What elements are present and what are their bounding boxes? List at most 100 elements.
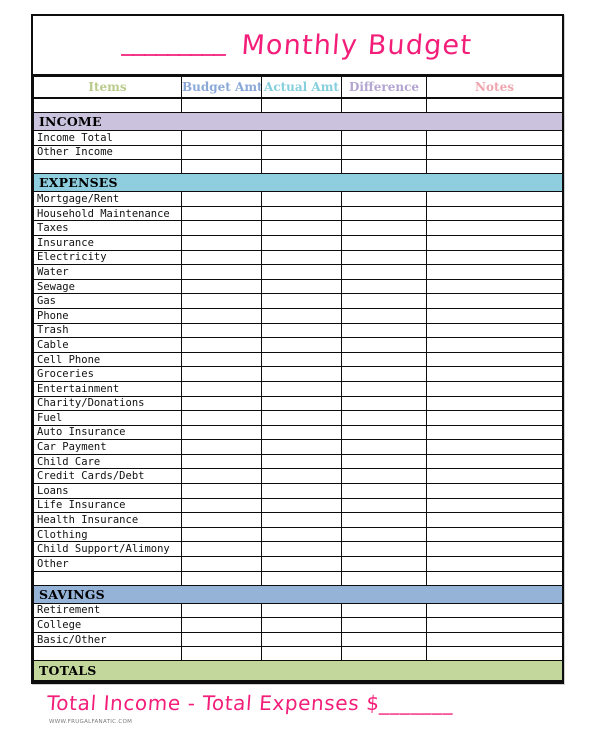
cell-notes[interactable] xyxy=(426,453,563,470)
cell-actual[interactable] xyxy=(261,205,342,222)
cell-budget[interactable] xyxy=(181,556,262,572)
cell-budget[interactable] xyxy=(181,453,262,470)
cell-notes[interactable] xyxy=(426,264,563,280)
cell-notes[interactable] xyxy=(426,602,563,619)
cell-difference[interactable] xyxy=(341,526,427,543)
cell-difference[interactable] xyxy=(341,191,427,207)
cell-difference[interactable] xyxy=(341,541,427,558)
cell-actual[interactable] xyxy=(261,617,342,633)
cell-budget[interactable] xyxy=(181,97,262,113)
cell-difference[interactable] xyxy=(341,453,427,470)
cell-budget[interactable] xyxy=(181,526,262,543)
cell-budget[interactable] xyxy=(181,264,262,280)
cell-budget[interactable] xyxy=(181,293,262,309)
cell-notes[interactable] xyxy=(426,205,563,222)
cell-actual[interactable] xyxy=(261,541,342,558)
cell-actual[interactable] xyxy=(261,264,342,280)
cell-items[interactable] xyxy=(33,570,182,586)
cell-budget[interactable] xyxy=(181,337,262,353)
cell-budget[interactable] xyxy=(181,646,262,662)
cell-actual[interactable] xyxy=(261,293,342,309)
cell-notes[interactable] xyxy=(426,439,563,455)
cell-difference[interactable] xyxy=(341,468,427,485)
cell-difference[interactable] xyxy=(341,144,427,161)
cell-notes[interactable] xyxy=(426,307,563,324)
cell-budget[interactable] xyxy=(181,410,262,426)
cell-budget[interactable] xyxy=(181,234,262,251)
cell-notes[interactable] xyxy=(426,380,563,397)
cell-actual[interactable] xyxy=(261,631,342,648)
total-summary-text[interactable]: Total Income - Total Expenses $_______ xyxy=(46,691,455,715)
cell-difference[interactable] xyxy=(341,395,427,412)
cell-budget[interactable] xyxy=(181,159,262,175)
cell-notes[interactable] xyxy=(426,395,563,412)
cell-actual[interactable] xyxy=(261,526,342,543)
cell-budget[interactable] xyxy=(181,602,262,619)
cell-notes[interactable] xyxy=(426,337,563,353)
cell-notes[interactable] xyxy=(426,410,563,426)
cell-difference[interactable] xyxy=(341,97,427,113)
cell-actual[interactable] xyxy=(261,130,342,146)
cell-notes[interactable] xyxy=(426,293,563,309)
cell-actual[interactable] xyxy=(261,602,342,619)
cell-notes[interactable] xyxy=(426,159,563,175)
cell-notes[interactable] xyxy=(426,130,563,146)
cell-actual[interactable] xyxy=(261,380,342,397)
cell-budget[interactable] xyxy=(181,541,262,558)
cell-actual[interactable] xyxy=(261,468,342,485)
cell-difference[interactable] xyxy=(341,337,427,353)
cell-budget[interactable] xyxy=(181,366,262,382)
cell-difference[interactable] xyxy=(341,220,427,236)
cell-difference[interactable] xyxy=(341,380,427,397)
cell-notes[interactable] xyxy=(426,234,563,251)
cell-actual[interactable] xyxy=(261,191,342,207)
cell-difference[interactable] xyxy=(341,602,427,619)
cell-difference[interactable] xyxy=(341,322,427,339)
cell-difference[interactable] xyxy=(341,307,427,324)
cell-actual[interactable] xyxy=(261,646,342,662)
cell-notes[interactable] xyxy=(426,97,563,113)
cell-difference[interactable] xyxy=(341,366,427,382)
cell-actual[interactable] xyxy=(261,234,342,251)
cell-actual[interactable] xyxy=(261,497,342,514)
cell-notes[interactable] xyxy=(426,278,563,295)
cell-actual[interactable] xyxy=(261,453,342,470)
month-name-blank[interactable]: _________ xyxy=(122,27,228,56)
cell-budget[interactable] xyxy=(181,468,262,485)
cell-actual[interactable] xyxy=(261,278,342,295)
cell-actual[interactable] xyxy=(261,351,342,368)
cell-notes[interactable] xyxy=(426,468,563,485)
cell-notes[interactable] xyxy=(426,497,563,514)
cell-budget[interactable] xyxy=(181,617,262,633)
cell-difference[interactable] xyxy=(341,351,427,368)
cell-difference[interactable] xyxy=(341,410,427,426)
cell-difference[interactable] xyxy=(341,570,427,586)
cell-actual[interactable] xyxy=(261,366,342,382)
cell-difference[interactable] xyxy=(341,159,427,175)
cell-notes[interactable] xyxy=(426,424,563,441)
cell-actual[interactable] xyxy=(261,556,342,572)
cell-actual[interactable] xyxy=(261,570,342,586)
cell-budget[interactable] xyxy=(181,439,262,455)
cell-actual[interactable] xyxy=(261,424,342,441)
cell-notes[interactable] xyxy=(426,366,563,382)
cell-notes[interactable] xyxy=(426,646,563,662)
cell-notes[interactable] xyxy=(426,249,563,266)
cell-actual[interactable] xyxy=(261,307,342,324)
cell-actual[interactable] xyxy=(261,512,342,528)
cell-actual[interactable] xyxy=(261,322,342,339)
cell-budget[interactable] xyxy=(181,191,262,207)
cell-budget[interactable] xyxy=(181,249,262,266)
cell-actual[interactable] xyxy=(261,249,342,266)
cell-actual[interactable] xyxy=(261,159,342,175)
cell-actual[interactable] xyxy=(261,337,342,353)
cell-budget[interactable] xyxy=(181,512,262,528)
cell-budget[interactable] xyxy=(181,631,262,648)
cell-notes[interactable] xyxy=(426,631,563,648)
cell-difference[interactable] xyxy=(341,293,427,309)
cell-notes[interactable] xyxy=(426,526,563,543)
cell-notes[interactable] xyxy=(426,617,563,633)
cell-notes[interactable] xyxy=(426,556,563,572)
cell-notes[interactable] xyxy=(426,322,563,339)
cell-budget[interactable] xyxy=(181,322,262,339)
